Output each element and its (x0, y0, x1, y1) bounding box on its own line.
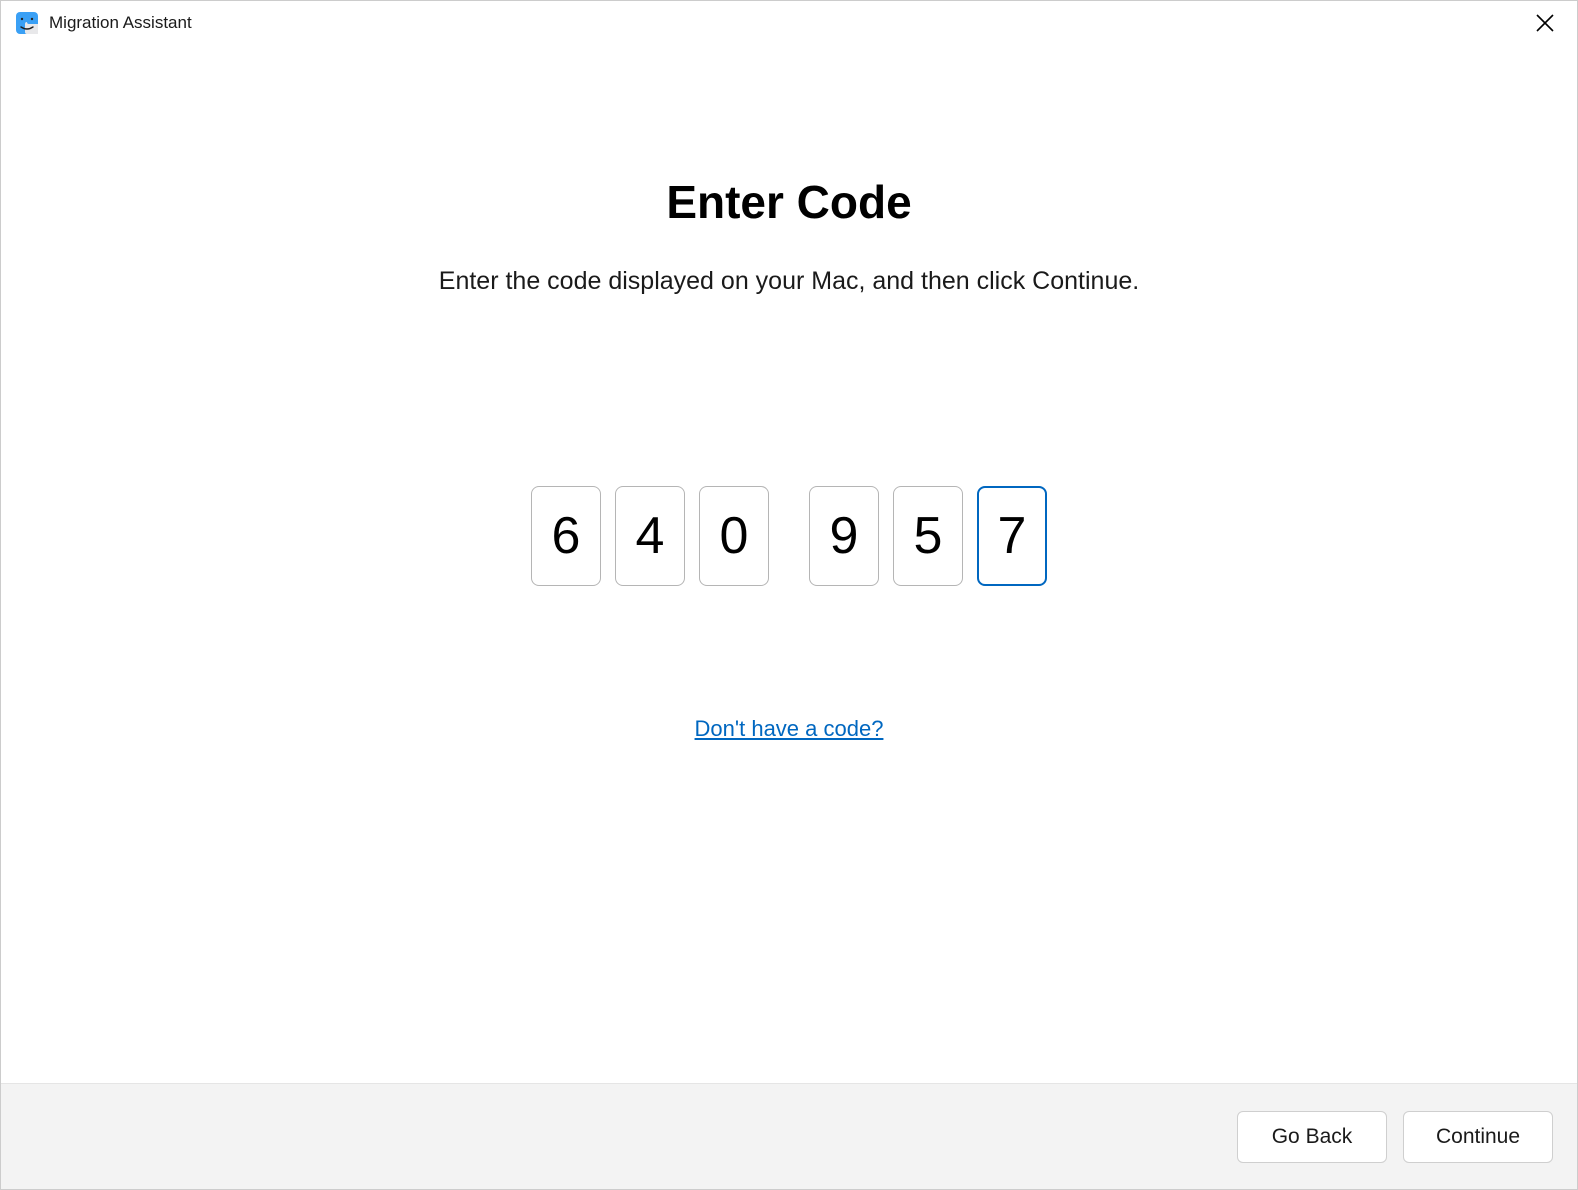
window-title: Migration Assistant (49, 13, 192, 33)
go-back-button[interactable]: Go Back (1237, 1111, 1387, 1163)
titlebar: Migration Assistant (1, 1, 1577, 45)
code-digit-2[interactable] (615, 486, 685, 586)
app-window: Migration Assistant Enter Code Enter the… (0, 0, 1578, 1190)
finder-icon (15, 11, 39, 35)
code-group-2 (809, 486, 1047, 586)
titlebar-left: Migration Assistant (15, 11, 192, 35)
code-digit-3[interactable] (699, 486, 769, 586)
page-heading: Enter Code (666, 175, 911, 229)
code-digit-1[interactable] (531, 486, 601, 586)
continue-button[interactable]: Continue (1403, 1111, 1553, 1163)
no-code-link[interactable]: Don't have a code? (695, 716, 884, 742)
footer-bar: Go Back Continue (1, 1083, 1577, 1189)
code-group-1 (531, 486, 769, 586)
code-digit-4[interactable] (809, 486, 879, 586)
code-digit-5[interactable] (893, 486, 963, 586)
code-digit-6[interactable] (977, 486, 1047, 586)
main-content: Enter Code Enter the code displayed on y… (1, 45, 1577, 1083)
instruction-text: Enter the code displayed on your Mac, an… (439, 267, 1139, 296)
code-entry-row (531, 486, 1047, 586)
close-button[interactable] (1527, 5, 1563, 41)
